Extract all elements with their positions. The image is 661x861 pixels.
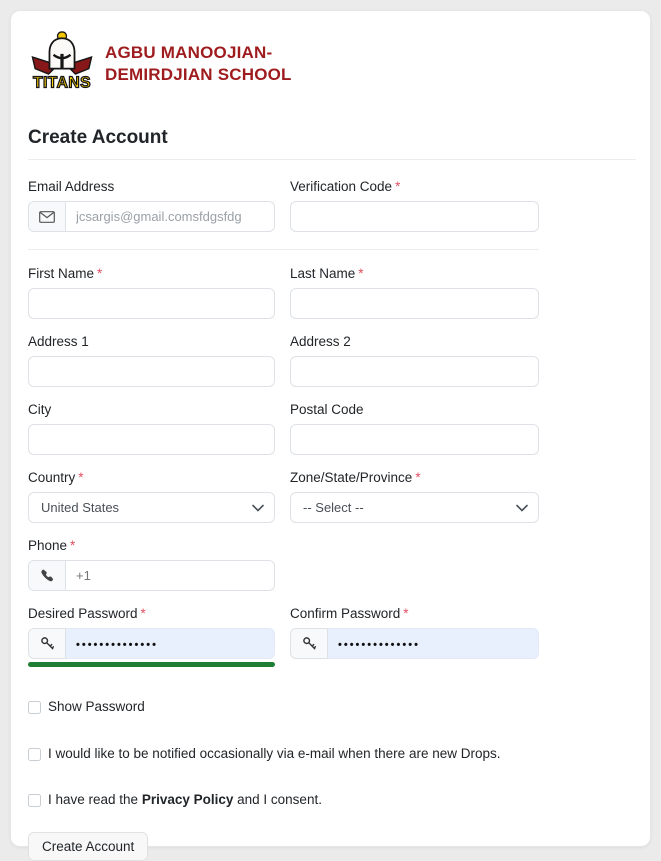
country-label: Country* — [28, 470, 275, 485]
titans-helmet-logo-icon: TITANS — [28, 31, 96, 97]
city-field-block: City — [28, 402, 275, 455]
country-selected-value: United States — [41, 500, 119, 515]
last-name-label: Last Name* — [290, 266, 539, 281]
create-account-button[interactable]: Create Account — [28, 832, 148, 861]
city-input[interactable] — [28, 424, 275, 455]
email-input[interactable] — [66, 201, 275, 232]
address1-label: Address 1 — [28, 334, 275, 349]
last-name-field-block: Last Name* — [290, 266, 539, 319]
last-name-input[interactable] — [290, 288, 539, 319]
school-name-line1: AGBU MANOOJIAN- — [105, 42, 292, 64]
address1-input[interactable] — [28, 356, 275, 387]
first-name-label: First Name* — [28, 266, 275, 281]
key-icon — [28, 628, 66, 659]
city-label: City — [28, 402, 275, 417]
show-password-checkbox[interactable] — [28, 701, 41, 714]
confirm-password-field-block: Confirm Password* — [290, 606, 539, 667]
desired-password-label: Desired Password* — [28, 606, 275, 621]
postal-code-label: Postal Code — [290, 402, 539, 417]
email-label: Email Address — [28, 179, 275, 194]
phone-input[interactable] — [66, 560, 275, 591]
postal-code-input[interactable] — [290, 424, 539, 455]
phone-label: Phone* — [28, 538, 275, 553]
zone-selected-value: -- Select -- — [303, 500, 364, 515]
privacy-checkbox[interactable] — [28, 794, 41, 807]
confirm-password-input[interactable] — [328, 628, 539, 659]
notify-label: I would like to be notified occasionally… — [48, 746, 500, 762]
title-divider — [28, 159, 636, 160]
envelope-icon — [28, 201, 66, 232]
password-strength-bar — [28, 662, 275, 667]
page-title: Create Account — [28, 127, 634, 149]
key-icon — [290, 628, 328, 659]
school-name-line2: DEMIRDJIAN SCHOOL — [105, 64, 292, 86]
first-name-input[interactable] — [28, 288, 275, 319]
school-brand-header: TITANS AGBU MANOOJIAN- DEMIRDJIAN SCHOOL — [28, 31, 634, 97]
desired-password-field-block: Desired Password* — [28, 606, 275, 667]
chevron-down-icon — [516, 500, 528, 515]
notify-row: I would like to be notified occasionally… — [28, 746, 634, 762]
section-divider — [28, 249, 539, 250]
first-name-field-block: First Name* — [28, 266, 275, 319]
confirm-password-label: Confirm Password* — [290, 606, 539, 621]
verification-code-field-block: Verification Code* — [290, 179, 539, 232]
zone-label: Zone/State/Province* — [290, 470, 539, 485]
address2-label: Address 2 — [290, 334, 539, 349]
show-password-row: Show Password — [28, 699, 634, 715]
privacy-policy-link[interactable]: Privacy Policy — [142, 792, 234, 807]
verification-code-input[interactable] — [290, 201, 539, 232]
chevron-down-icon — [252, 500, 264, 515]
logo-titans-text: TITANS — [33, 74, 91, 91]
phone-icon — [28, 560, 66, 591]
school-name: AGBU MANOOJIAN- DEMIRDJIAN SCHOOL — [105, 42, 292, 86]
privacy-label: I have read the Privacy Policy and I con… — [48, 792, 322, 808]
country-select[interactable]: United States — [28, 492, 275, 523]
verification-code-label: Verification Code* — [290, 179, 539, 194]
postal-code-field-block: Postal Code — [290, 402, 539, 455]
privacy-row: I have read the Privacy Policy and I con… — [28, 792, 634, 808]
zone-select[interactable]: -- Select -- — [290, 492, 539, 523]
create-account-card: TITANS AGBU MANOOJIAN- DEMIRDJIAN SCHOOL… — [10, 10, 651, 847]
address2-field-block: Address 2 — [290, 334, 539, 387]
address2-input[interactable] — [290, 356, 539, 387]
desired-password-input[interactable] — [66, 628, 275, 659]
address1-field-block: Address 1 — [28, 334, 275, 387]
notify-checkbox[interactable] — [28, 748, 41, 761]
email-field-block: Email Address — [28, 179, 275, 232]
zone-field-block: Zone/State/Province* -- Select -- — [290, 470, 539, 523]
show-password-label: Show Password — [48, 699, 145, 715]
phone-field-block: Phone* — [28, 538, 275, 591]
country-field-block: Country* United States — [28, 470, 275, 523]
